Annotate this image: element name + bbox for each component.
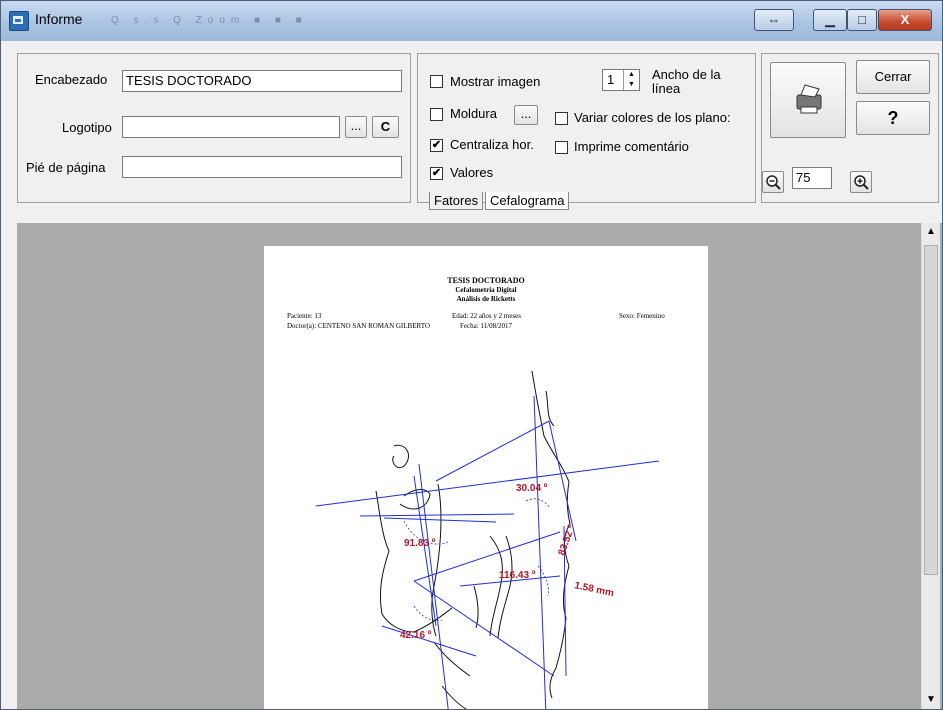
close-window-button[interactable]: X xyxy=(878,9,932,31)
header-label: Encabezado xyxy=(35,72,108,87)
background-toolbar: Q s.s Q Zoom ■ ■ ■ xyxy=(111,15,308,26)
header-panel: Encabezado TESIS DOCTORADO Logotipo ... … xyxy=(17,53,411,203)
print-button[interactable] xyxy=(770,62,846,138)
measure-value: 42.16 º xyxy=(400,630,432,641)
printer-icon xyxy=(796,84,822,114)
footer-label: Pié de página xyxy=(26,160,106,175)
print-comment-checkbox[interactable] xyxy=(555,141,568,154)
zoom-out-button[interactable] xyxy=(762,171,784,193)
line-width-spinner[interactable]: 1 ▲ ▼ xyxy=(602,69,640,91)
scroll-down-arrow-icon[interactable]: ▼ xyxy=(922,691,940,709)
line-width-label: Ancho de la línea xyxy=(652,67,721,96)
informe-window: Informe Q s.s Q Zoom ■ ■ ■ ⇔ ▁ □ X Encab… xyxy=(0,0,943,710)
zoom-out-icon xyxy=(766,175,781,190)
frame-checkbox[interactable] xyxy=(430,108,443,121)
minimize-button[interactable]: ▁ xyxy=(813,9,847,31)
spinner-arrows-icon[interactable]: ▲ ▼ xyxy=(623,70,639,90)
maximize-button[interactable]: □ xyxy=(847,9,877,31)
center-hor-checkbox[interactable]: ✔ xyxy=(430,139,443,152)
app-icon xyxy=(9,11,29,31)
zoom-input[interactable]: 75 xyxy=(792,167,832,189)
restore-arrows-button[interactable]: ⇔ xyxy=(754,9,794,31)
footer-input[interactable] xyxy=(122,156,402,178)
vary-colors-checkbox[interactable] xyxy=(555,112,568,125)
report-page: TESIS DOCTORADO Cefalometria Digital Aná… xyxy=(264,246,708,709)
cephalogram-drawing: 30.04 º 91.83 º 83.52 º 116.43 º 1.58 mm… xyxy=(315,370,660,709)
logo-browse-button[interactable]: ... xyxy=(345,116,367,138)
window-title: Informe xyxy=(35,11,83,27)
measure-value: 91.83 º xyxy=(404,538,436,549)
show-image-label: Mostrar imagen xyxy=(450,74,541,89)
tab-cefalograma[interactable]: Cefalograma xyxy=(485,192,570,210)
tab-fatores[interactable]: Fatores xyxy=(429,192,484,210)
logo-label: Logotipo xyxy=(62,120,112,135)
frame-label: Moldura xyxy=(450,106,497,121)
header-input[interactable]: TESIS DOCTORADO xyxy=(122,70,402,92)
measure-value: 116.43 º xyxy=(499,570,536,581)
scroll-up-arrow-icon[interactable]: ▲ xyxy=(922,223,940,241)
measure-value: 83.52 º xyxy=(556,523,577,557)
print-comment-label: Imprime comentário xyxy=(574,139,689,154)
reference-lines xyxy=(315,395,660,709)
line-width-value: 1 xyxy=(607,72,615,87)
values-checkbox[interactable]: ✔ xyxy=(430,167,443,180)
close-button[interactable]: Cerrar xyxy=(856,60,930,94)
zoom-in-icon xyxy=(854,175,869,190)
scroll-thumb[interactable] xyxy=(924,245,938,575)
logo-clear-button[interactable]: C xyxy=(372,116,399,138)
logo-input[interactable] xyxy=(122,116,340,138)
frame-options-button[interactable]: ... xyxy=(514,105,538,125)
measure-value: 30.04 º xyxy=(516,483,548,494)
measure-value: 1.58 mm xyxy=(573,580,615,599)
vertical-scrollbar[interactable]: ▲ ▼ xyxy=(921,223,940,709)
title-bar[interactable]: Informe Q s.s Q Zoom ■ ■ ■ ⇔ ▁ □ X xyxy=(1,1,942,41)
show-image-checkbox[interactable] xyxy=(430,75,443,88)
values-label: Valores xyxy=(450,165,494,180)
help-button[interactable]: ? xyxy=(856,101,930,135)
vary-colors-label: Variar colores de los plano: xyxy=(574,110,731,125)
actions-panel: Cerrar ? 75 xyxy=(761,53,939,203)
zoom-in-button[interactable] xyxy=(850,171,872,193)
options-panel: Mostrar imagen 1 ▲ ▼ Ancho de la línea Mo… xyxy=(417,53,756,203)
center-hor-label: Centraliza hor. xyxy=(450,137,534,152)
report-preview-area[interactable]: TESIS DOCTORADO Cefalometria Digital Aná… xyxy=(17,223,942,709)
